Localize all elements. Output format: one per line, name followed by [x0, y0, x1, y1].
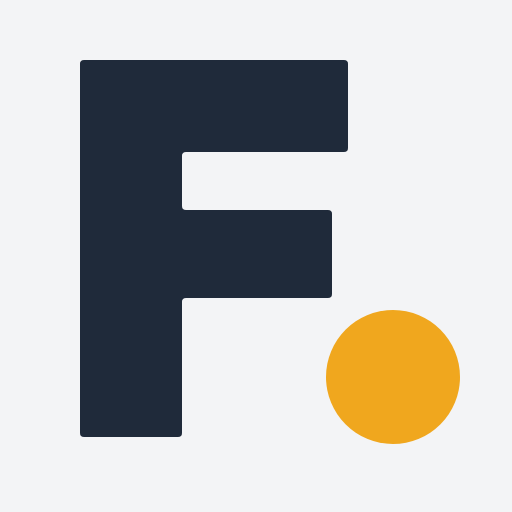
logo-mark: F	[0, 0, 512, 512]
accent-dot	[326, 310, 460, 444]
app-icon-canvas: F	[0, 0, 512, 512]
